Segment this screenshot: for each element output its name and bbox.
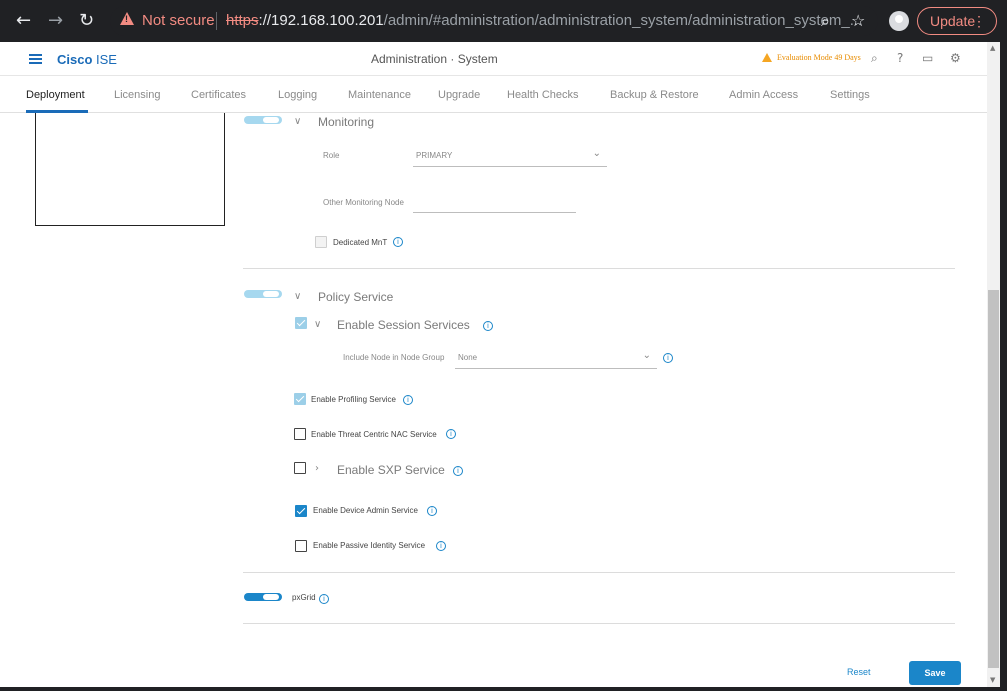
info-icon[interactable]: i [403,395,413,405]
tab-health-checks[interactable]: Health Checks [507,89,579,101]
brand-logo[interactable]: Cisco ISE [57,52,117,67]
info-icon[interactable]: i [483,321,493,331]
back-arrow-icon[interactable]: ← [16,11,31,31]
info-icon[interactable]: i [319,594,329,604]
tab-maintenance[interactable]: Maintenance [348,89,411,101]
info-icon[interactable]: i [446,429,456,439]
info-icon[interactable]: i [453,466,463,476]
window-edge [1000,42,1007,691]
threat-centric-nac-label: Enable Threat Centric NAC Service [311,430,437,439]
more-vertical-icon[interactable]: ⋮ [972,13,986,30]
policy-service-title: Policy Service [318,290,394,304]
tab-logging[interactable]: Logging [278,89,317,101]
scrollbar-thumb[interactable] [988,290,999,668]
tab-settings[interactable]: Settings [830,89,870,101]
dashboard-icon[interactable]: ▭ [922,51,933,65]
node-summary-panel [35,113,225,226]
star-icon[interactable]: ☆ [851,11,865,30]
chevron-down-icon: ⌄ [592,148,601,159]
evaluation-badge[interactable]: Evaluation Mode 49 Days [777,53,861,62]
role-label: Role [323,151,340,160]
scroll-up-icon[interactable]: ▲ [990,44,995,52]
reload-icon[interactable]: ↻ [79,11,94,31]
device-admin-checkbox[interactable] [295,505,307,517]
warning-icon [762,53,772,62]
sxp-service-checkbox[interactable] [294,462,306,474]
update-button[interactable]: Update ⋮ [917,7,997,35]
info-icon[interactable]: i [427,506,437,516]
browser-toolbar: ← → ↻ Not secure https://192.168.100.201… [0,0,1007,42]
device-admin-label: Enable Device Admin Service [313,506,418,515]
info-icon[interactable]: i [436,541,446,551]
chevron-down-icon[interactable]: ∨ [314,319,321,330]
tab-licensing[interactable]: Licensing [114,89,160,101]
forward-arrow-icon[interactable]: → [48,11,63,31]
page-title: Administration · System [371,52,498,66]
tab-upgrade[interactable]: Upgrade [438,89,480,101]
dedicated-mnt-checkbox[interactable] [315,236,327,248]
menu-icon[interactable] [29,54,42,64]
passive-identity-checkbox[interactable] [295,540,307,552]
node-group-select[interactable]: None ⌄ [455,350,657,369]
chevron-down-icon[interactable]: ∨ [294,291,301,302]
info-icon[interactable]: i [393,237,403,247]
profile-avatar[interactable] [889,11,909,31]
tab-backup-restore[interactable]: Backup & Restore [610,89,699,101]
save-button[interactable]: Save [909,661,961,685]
pxgrid-label: pxGrid [292,593,316,602]
warning-icon [120,12,134,25]
tab-deployment[interactable]: Deployment [26,89,85,101]
session-services-title: Enable Session Services [337,318,470,332]
info-icon[interactable]: i [663,353,673,363]
chevron-right-icon[interactable]: › [315,463,319,474]
node-group-label: Include Node in Node Group [343,353,445,362]
not-secure-label[interactable]: Not secure [142,12,215,29]
monitoring-title: Monitoring [318,115,375,129]
role-select[interactable]: PRIMARY ⌄ [413,148,607,167]
pxgrid-toggle[interactable] [244,593,282,601]
tab-bar: Deployment Licensing Certificates Loggin… [0,77,1007,113]
other-monitoring-node-input[interactable] [413,199,576,213]
reset-button[interactable]: Reset [847,667,871,677]
dedicated-mnt-label: Dedicated MnT [333,238,388,247]
address-separator [216,12,217,30]
threat-centric-nac-checkbox[interactable] [294,428,306,440]
monitoring-toggle[interactable] [244,116,282,124]
scroll-down-icon[interactable]: ▼ [990,676,995,684]
tab-certificates[interactable]: Certificates [191,89,246,101]
profiling-service-label: Enable Profiling Service [311,395,396,404]
section-divider [243,572,955,573]
zoom-icon[interactable]: ⌕ [821,11,830,31]
section-divider [243,268,955,269]
session-services-checkbox[interactable] [295,317,307,329]
other-monitoring-node-label: Other Monitoring Node [323,198,404,207]
search-icon[interactable]: ⌕ [871,51,878,66]
settings-icon[interactable]: ⚙ [950,51,961,65]
help-icon[interactable]: ? [897,51,903,65]
passive-identity-label: Enable Passive Identity Service [313,541,426,550]
section-divider [243,623,955,624]
chevron-down-icon: ⌄ [642,350,651,361]
taskbar-edge [0,687,1007,691]
chevron-down-icon[interactable]: ∨ [294,116,301,127]
policy-service-toggle[interactable] [244,290,282,298]
url-text[interactable]: https://192.168.100.201/admin/#administr… [226,12,862,29]
profiling-service-checkbox[interactable] [294,393,306,405]
tab-admin-access[interactable]: Admin Access [729,89,798,101]
sxp-service-title: Enable SXP Service [337,463,445,477]
app-header: Cisco ISE Administration · System Evalua… [0,42,1007,76]
